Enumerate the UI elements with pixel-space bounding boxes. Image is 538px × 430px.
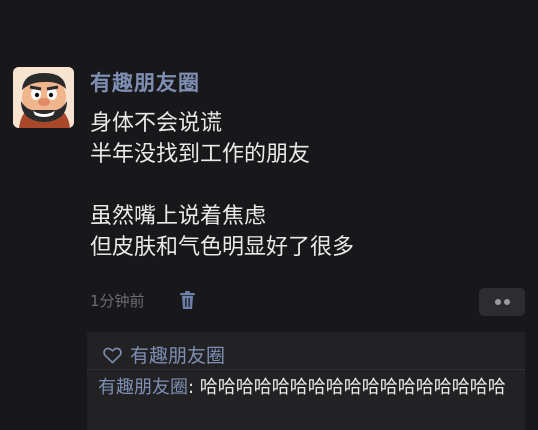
comment[interactable]: 有趣朋友圈: 哈哈哈哈哈哈哈哈哈哈哈哈哈哈哈哈哈 [98, 375, 518, 400]
post-text-line: 半年没找到工作的朋友 [90, 142, 311, 167]
likes-row: 有趣朋友圈 [103, 341, 225, 367]
avatar-cartoon-image [13, 67, 74, 128]
trash-icon[interactable] [179, 291, 196, 310]
avatar[interactable] [13, 67, 74, 128]
more-dots-icon [495, 299, 501, 305]
post-timestamp: 1分钟前 [90, 292, 145, 310]
divider [87, 369, 525, 370]
comment-separator: : [188, 377, 200, 398]
comment-text: 哈哈哈哈哈哈哈哈哈哈哈哈哈哈哈哈哈 [199, 377, 506, 398]
post-text-line: 但皮肤和气色明显好了很多 [90, 235, 355, 260]
post-text-line [90, 170, 520, 201]
post-text-line: 身体不会说谎 [90, 111, 223, 136]
more-dots-button[interactable] [479, 288, 525, 316]
post-text-line: 虽然嘴上说着焦虑 [90, 204, 267, 229]
heart-outline-icon [103, 347, 122, 364]
likes-and-comments-panel: 有趣朋友圈 有趣朋友圈: 哈哈哈哈哈哈哈哈哈哈哈哈哈哈哈哈哈 [87, 332, 525, 430]
more-dots-icon [504, 299, 510, 305]
post-text: 身体不会说谎 半年没找到工作的朋友 虽然嘴上说着焦虑 但皮肤和气色明显好了很多 [90, 108, 520, 263]
post-author-name[interactable]: 有趣朋友圈 [90, 67, 200, 97]
comment-author[interactable]: 有趣朋友圈 [98, 377, 188, 398]
like-name[interactable]: 有趣朋友圈 [130, 345, 225, 367]
